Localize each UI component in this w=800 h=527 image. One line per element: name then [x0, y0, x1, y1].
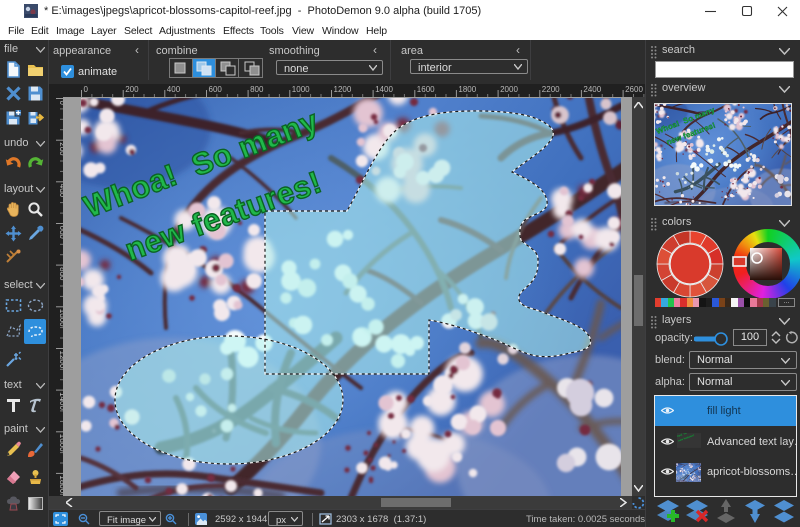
- svg-text:1600: 1600: [417, 85, 435, 94]
- svg-text:600: 600: [58, 226, 63, 240]
- svg-text:1000: 1000: [58, 309, 63, 327]
- svg-text:800: 800: [250, 85, 264, 94]
- svg-text:0: 0: [58, 101, 63, 106]
- svg-text:800: 800: [58, 267, 63, 281]
- svg-text:1800: 1800: [58, 475, 63, 493]
- svg-text:2200: 2200: [542, 85, 560, 94]
- svg-text:600: 600: [209, 85, 223, 94]
- svg-text:2400: 2400: [583, 85, 601, 94]
- svg-text:200: 200: [125, 85, 139, 94]
- svg-text:1800: 1800: [458, 85, 476, 94]
- svg-text:1600: 1600: [58, 434, 63, 452]
- svg-text:1200: 1200: [334, 85, 352, 94]
- svg-text:1000: 1000: [292, 85, 310, 94]
- svg-text:0: 0: [84, 85, 89, 94]
- svg-text:2000: 2000: [500, 85, 518, 94]
- svg-text:200: 200: [58, 142, 63, 156]
- svg-text:1400: 1400: [375, 85, 393, 94]
- svg-text:400: 400: [167, 85, 181, 94]
- svg-text:400: 400: [58, 184, 63, 198]
- svg-text:1400: 1400: [58, 392, 63, 410]
- svg-text:2600: 2600: [625, 85, 643, 94]
- svg-text:1200: 1200: [58, 351, 63, 369]
